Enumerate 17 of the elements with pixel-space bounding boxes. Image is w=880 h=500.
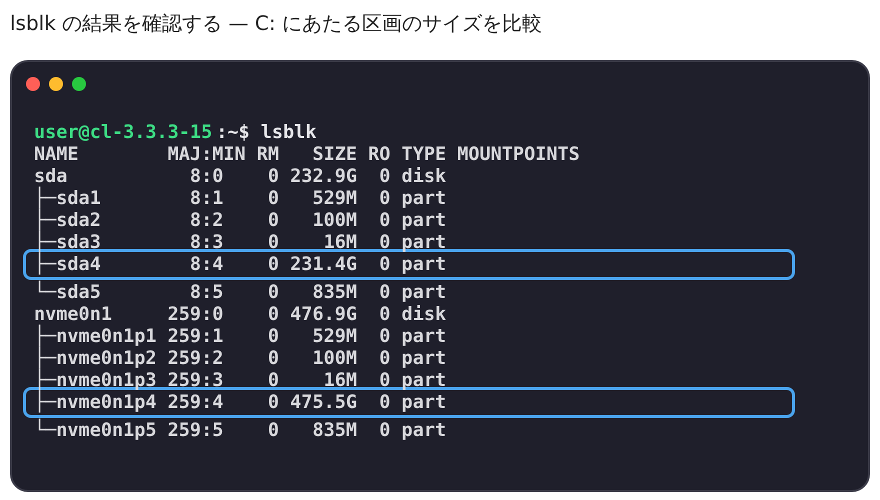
output-line: ├─sda2 8:2 0 100M 0 part [33, 208, 448, 230]
output-line: ├─sda1 8:1 0 529M 0 part [33, 186, 448, 208]
close-icon[interactable] [26, 77, 40, 91]
page-heading: lsblk の結果を確認する — C: にあたる区画のサイズを比較 [10, 10, 542, 37]
output-line: ├─sda3 8:3 0 16M 0 part [33, 230, 448, 252]
prompt-user-host: user@cl-3.3.3-15 [34, 122, 212, 143]
minimize-icon[interactable] [49, 77, 63, 91]
output-line: sda 8:0 0 232.9G 0 disk [33, 165, 448, 186]
output-line: └─sda5 8:5 0 835M 0 part [33, 280, 448, 302]
maximize-icon[interactable] [72, 77, 86, 91]
output-line: ├─nvme0n1p1 259:1 0 529M 0 part [33, 324, 448, 346]
output-line: nvme0n1 259:0 0 476.9G 0 disk [33, 303, 448, 324]
prompt-command: :~$ lsblk [216, 122, 316, 143]
output-line: NAME MAJ:MIN RM SIZE RO TYPE MOUNTPOINTS [33, 143, 581, 164]
output-line: ├─nvme0n1p2 259:2 0 100M 0 part [33, 346, 448, 368]
output-line: └─nvme0n1p5 259:5 0 835M 0 part [33, 418, 448, 440]
output-line: ├─nvme0n1p3 259:3 0 16M 0 part [33, 368, 448, 390]
